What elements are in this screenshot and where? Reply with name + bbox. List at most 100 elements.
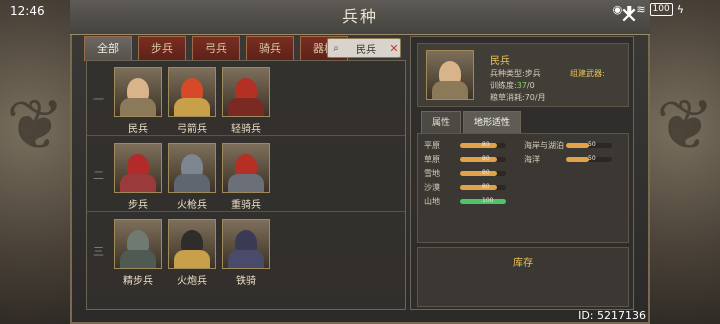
unit-name: 精步兵 — [123, 276, 153, 287]
unit-info-card: 民兵 兵种类型:步兵 训练度:37/0 粮草消耗:70/月 组建武器: — [417, 43, 629, 107]
right-background: ❦ — [650, 0, 720, 324]
terrain-bar-fill — [566, 143, 589, 148]
unit-portrait — [168, 219, 216, 269]
unit-portrait — [114, 143, 162, 193]
terrain-bar: 100 — [460, 197, 506, 204]
unit-row-1: 一 民兵 弓箭兵 轻骑兵 — [87, 61, 405, 136]
unit-card-musketeer[interactable]: 火枪兵 — [167, 143, 217, 211]
unit-portrait — [222, 219, 270, 269]
food-label: 粮草消耗: — [490, 93, 525, 102]
unit-row-2: 二 步兵 火枪兵 重骑兵 — [87, 137, 405, 212]
terrain-name: 平原 — [424, 141, 440, 150]
selected-unit-portrait — [426, 50, 474, 100]
unit-portrait — [168, 67, 216, 117]
terrain-value: 100 — [482, 197, 494, 204]
tab-all[interactable]: 全部 — [84, 36, 132, 61]
terrain-value: 50 — [588, 141, 596, 148]
stock-panel: 库存 — [417, 247, 629, 307]
terrain-bar: 80 — [460, 183, 506, 190]
unit-name: 重骑兵 — [231, 200, 261, 211]
terrain-bar: 50 — [566, 155, 612, 162]
row-numeral: 一 — [93, 93, 104, 106]
tab-cavalry[interactable]: 骑兵 — [246, 36, 294, 61]
unit-type-value: 步兵 — [524, 69, 541, 78]
craft-weapon-link[interactable]: 组建武器: — [570, 68, 605, 79]
terrain-bar-fill — [566, 157, 589, 162]
unit-card-militia[interactable]: 民兵 — [113, 67, 163, 135]
unit-card-iron-cavalry[interactable]: 铁骑 — [221, 219, 271, 287]
terrain-name: 海岸与湖泊 — [524, 141, 564, 150]
terrain-bar-fill — [460, 171, 497, 176]
terrain-name: 海洋 — [524, 155, 540, 164]
unit-name: 步兵 — [128, 200, 148, 211]
terrain-name: 雪地 — [424, 169, 440, 178]
unit-name: 铁骑 — [236, 276, 256, 287]
terrain-bar: 80 — [460, 155, 506, 162]
tab-infantry[interactable]: 步兵 — [138, 36, 186, 61]
left-background: ❦ — [0, 0, 70, 324]
search-input[interactable]: ⌕ 民兵 ✕ — [327, 38, 401, 58]
detail-tabs: 属性 地形适性 — [421, 111, 522, 134]
training-line: 训练度:37/0 — [490, 80, 535, 91]
training-value: 37 — [516, 81, 527, 90]
search-value: 民兵 — [356, 44, 376, 56]
status-time: 12:46 — [10, 4, 45, 18]
row-numeral: 三 — [93, 245, 104, 258]
terrain-bar: 80 — [460, 141, 506, 148]
unit-card-archer[interactable]: 弓箭兵 — [167, 67, 217, 135]
terrain-bar-fill — [460, 185, 497, 190]
terrain-row: 山地 100 — [424, 196, 506, 207]
food-line: 粮草消耗:70/月 — [490, 92, 546, 103]
unit-name: 民兵 — [128, 124, 148, 135]
tab-archer[interactable]: 弓兵 — [192, 36, 240, 61]
dragon-ornament-icon: ❦ — [656, 84, 715, 166]
unit-portrait — [114, 219, 162, 269]
unit-name: 弓箭兵 — [177, 124, 207, 135]
terrain-row: 草原 80 — [424, 154, 506, 165]
terrain-bar: 80 — [460, 169, 506, 176]
unit-type-line: 兵种类型:步兵 — [490, 68, 541, 79]
battery-icon: 100 — [649, 3, 673, 16]
unit-detail-panel: 民兵 兵种类型:步兵 训练度:37/0 粮草消耗:70/月 组建武器: 属性 地… — [410, 36, 634, 310]
charging-icon: ϟ — [676, 3, 684, 16]
player-id: ID: 5217136 — [578, 309, 646, 322]
terrain-value: 80 — [482, 141, 490, 148]
terrain-row: 沙漠 80 — [424, 182, 506, 193]
training-label: 训练度: — [490, 81, 517, 90]
unit-portrait — [222, 143, 270, 193]
unit-name: 轻骑兵 — [231, 124, 261, 135]
terrain-row: 雪地 80 — [424, 168, 506, 179]
unit-portrait — [168, 143, 216, 193]
clear-search-icon[interactable]: ✕ — [388, 42, 400, 55]
training-suffix: /0 — [526, 81, 535, 90]
terrain-value: 80 — [482, 183, 490, 190]
terrain-name: 山地 — [424, 197, 440, 206]
terrain-bar-fill — [460, 143, 497, 148]
unit-portrait — [222, 67, 270, 117]
tab-terrain[interactable]: 地形适性 — [463, 111, 522, 134]
terrain-row: 海洋 50 — [524, 154, 612, 165]
terrain-name: 草原 — [424, 155, 440, 164]
filter-tabs: 全部 步兵 弓兵 骑兵 器械 — [84, 36, 348, 61]
terrain-value: 80 — [482, 155, 490, 162]
unit-name: 火枪兵 — [177, 200, 207, 211]
search-icon: ⌕ — [333, 42, 339, 54]
window-title: 兵种 — [70, 0, 650, 35]
unit-list: 一 民兵 弓箭兵 轻骑兵 二 步兵 火枪兵 重骑兵 三 精步兵 火炮兵 铁骑 — [86, 60, 406, 310]
stock-title: 库存 — [513, 258, 533, 269]
unit-card-artillery[interactable]: 火炮兵 — [167, 219, 217, 287]
terrain-bar: 50 — [566, 141, 612, 148]
tab-attributes[interactable]: 属性 — [421, 111, 462, 134]
food-value: 70/月 — [524, 93, 546, 102]
unit-card-heavy-cavalry[interactable]: 重骑兵 — [221, 143, 271, 211]
terrain-name: 沙漠 — [424, 183, 440, 192]
unit-card-elite-infantry[interactable]: 精步兵 — [113, 219, 163, 287]
unit-row-3: 三 精步兵 火炮兵 铁骑 — [87, 213, 405, 287]
terrain-row: 平原 80 — [424, 140, 506, 151]
unit-card-infantry[interactable]: 步兵 — [113, 143, 163, 211]
unit-card-light-cavalry[interactable]: 轻骑兵 — [221, 67, 271, 135]
unit-portrait — [114, 67, 162, 117]
close-icon[interactable]: ✕ — [614, 2, 644, 32]
terrain-panel: 平原 80 海岸与湖泊 50 草原 80 海洋 50 雪地 80 沙漠 80 山地 100 — [417, 133, 629, 243]
selected-unit-name: 民兵 — [490, 56, 510, 67]
